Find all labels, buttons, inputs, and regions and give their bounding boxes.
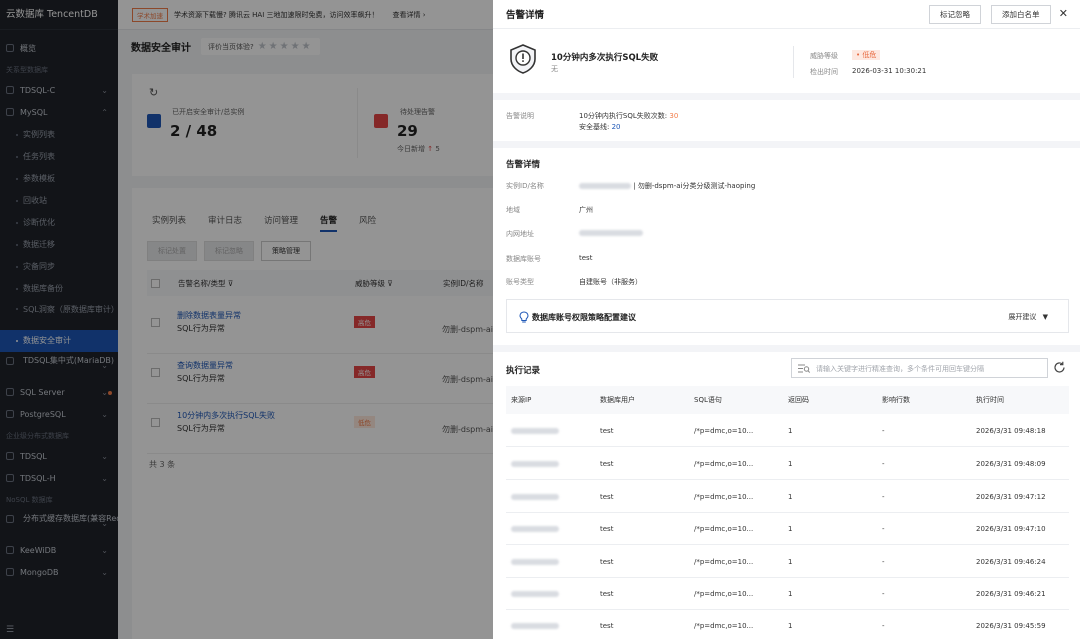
alert-subtitle: 无 xyxy=(551,65,558,73)
threat-level-badge: • 低危 xyxy=(852,50,881,60)
masked-ip xyxy=(579,230,643,236)
table-row[interactable]: test/*p=dmc,o=10... 1-2026/3/31 09:45:59 xyxy=(506,610,1069,639)
add-whitelist-button[interactable]: 添加白名单 xyxy=(991,5,1051,24)
mark-ignore-button[interactable]: 标记忽略 xyxy=(929,5,981,24)
desc-line-2: 安全基线: 20 xyxy=(579,123,621,131)
detect-time-label: 检出时间 xyxy=(810,68,838,76)
suggestion-title: 数据库账号权限策略配置建议 xyxy=(532,313,636,322)
expand-suggestion-toggle[interactable]: 展开建议 ▼ xyxy=(1008,312,1048,322)
table-row[interactable]: test/*p=dmc,o=10... 1-2026/3/31 09:47:12 xyxy=(506,481,1069,513)
record-search[interactable] xyxy=(791,358,1048,378)
masked-ip xyxy=(511,460,559,467)
masked-ip xyxy=(511,558,559,565)
masked-ip xyxy=(511,427,559,434)
masked-ip xyxy=(511,622,559,629)
close-icon[interactable]: ✕ xyxy=(1059,7,1068,20)
masked-ip xyxy=(511,590,559,597)
field-ip xyxy=(579,229,643,237)
column-header: 执行时间 xyxy=(976,396,1004,404)
table-row[interactable]: test/*p=dmc,o=10... 1-2026/3/31 09:46:24 xyxy=(506,546,1069,578)
alert-summary: 10分钟内多次执行SQL失败 无 威胁等级 • 低危 检出时间 2026-03-… xyxy=(493,29,1080,93)
desc-label: 告警说明 xyxy=(506,112,534,120)
records-table-header: 来源IP 数据库用户 SQL语句 返回码 影响行数 执行时间 xyxy=(506,386,1069,414)
detect-time-value: 2026-03-31 10:30:21 xyxy=(852,67,927,75)
shield-alert-icon xyxy=(510,44,536,74)
refresh-icon[interactable] xyxy=(1053,361,1066,374)
field-label: 账号类型 xyxy=(506,278,534,286)
table-row[interactable]: test/*p=dmc,o=10... 1-2026/3/31 09:48:18 xyxy=(506,415,1069,447)
field-label: 内网地址 xyxy=(506,230,534,238)
threat-level-label: 威胁等级 xyxy=(810,52,838,60)
table-row[interactable]: test/*p=dmc,o=10... 1-2026/3/31 09:46:21 xyxy=(506,578,1069,610)
masked-id xyxy=(579,183,631,189)
field-label: 数据库账号 xyxy=(506,255,541,263)
column-header: 返回码 xyxy=(788,396,809,404)
caret-down-icon: ▼ xyxy=(1042,313,1048,321)
field-region: 广州 xyxy=(579,206,593,214)
alert-name: 10分钟内多次执行SQL失败 xyxy=(551,53,659,63)
masked-ip xyxy=(511,525,559,532)
desc-line-1: 10分钟内执行SQL失败次数: 30 xyxy=(579,112,679,120)
column-header: SQL语句 xyxy=(694,396,722,404)
table-row[interactable]: test/*p=dmc,o=10... 1-2026/3/31 09:48:09 xyxy=(506,448,1069,480)
drawer-title: 告警详情 xyxy=(506,10,545,21)
masked-ip xyxy=(511,493,559,500)
column-header: 影响行数 xyxy=(882,396,910,404)
suggestion-panel[interactable]: 数据库账号权限策略配置建议 展开建议 ▼ xyxy=(506,299,1069,333)
field-label: 地域 xyxy=(506,206,520,214)
lightbulb-icon xyxy=(519,311,529,323)
search-input[interactable] xyxy=(816,362,1044,375)
column-header: 来源IP xyxy=(511,396,532,404)
field-instance: | 勿删-dspm-ai分类分级测试-haoping xyxy=(579,181,755,191)
search-filter-icon xyxy=(798,364,810,373)
field-label: 实例ID/名称 xyxy=(506,182,544,190)
alert-detail-drawer: 告警详情 标记忽略 添加白名单 ✕ 10分钟内多次执行SQL失败 无 威胁等级 … xyxy=(493,0,1080,639)
exec-section-title: 执行记录 xyxy=(506,366,541,376)
modal-overlay[interactable] xyxy=(0,0,493,639)
field-account-type: 自建账号（非服务） xyxy=(579,278,642,286)
field-account: test xyxy=(579,254,593,262)
column-header: 数据库用户 xyxy=(600,396,635,404)
table-row[interactable]: test/*p=dmc,o=10... 1-2026/3/31 09:47:10 xyxy=(506,513,1069,545)
detail-section-title: 告警详情 xyxy=(506,160,541,170)
